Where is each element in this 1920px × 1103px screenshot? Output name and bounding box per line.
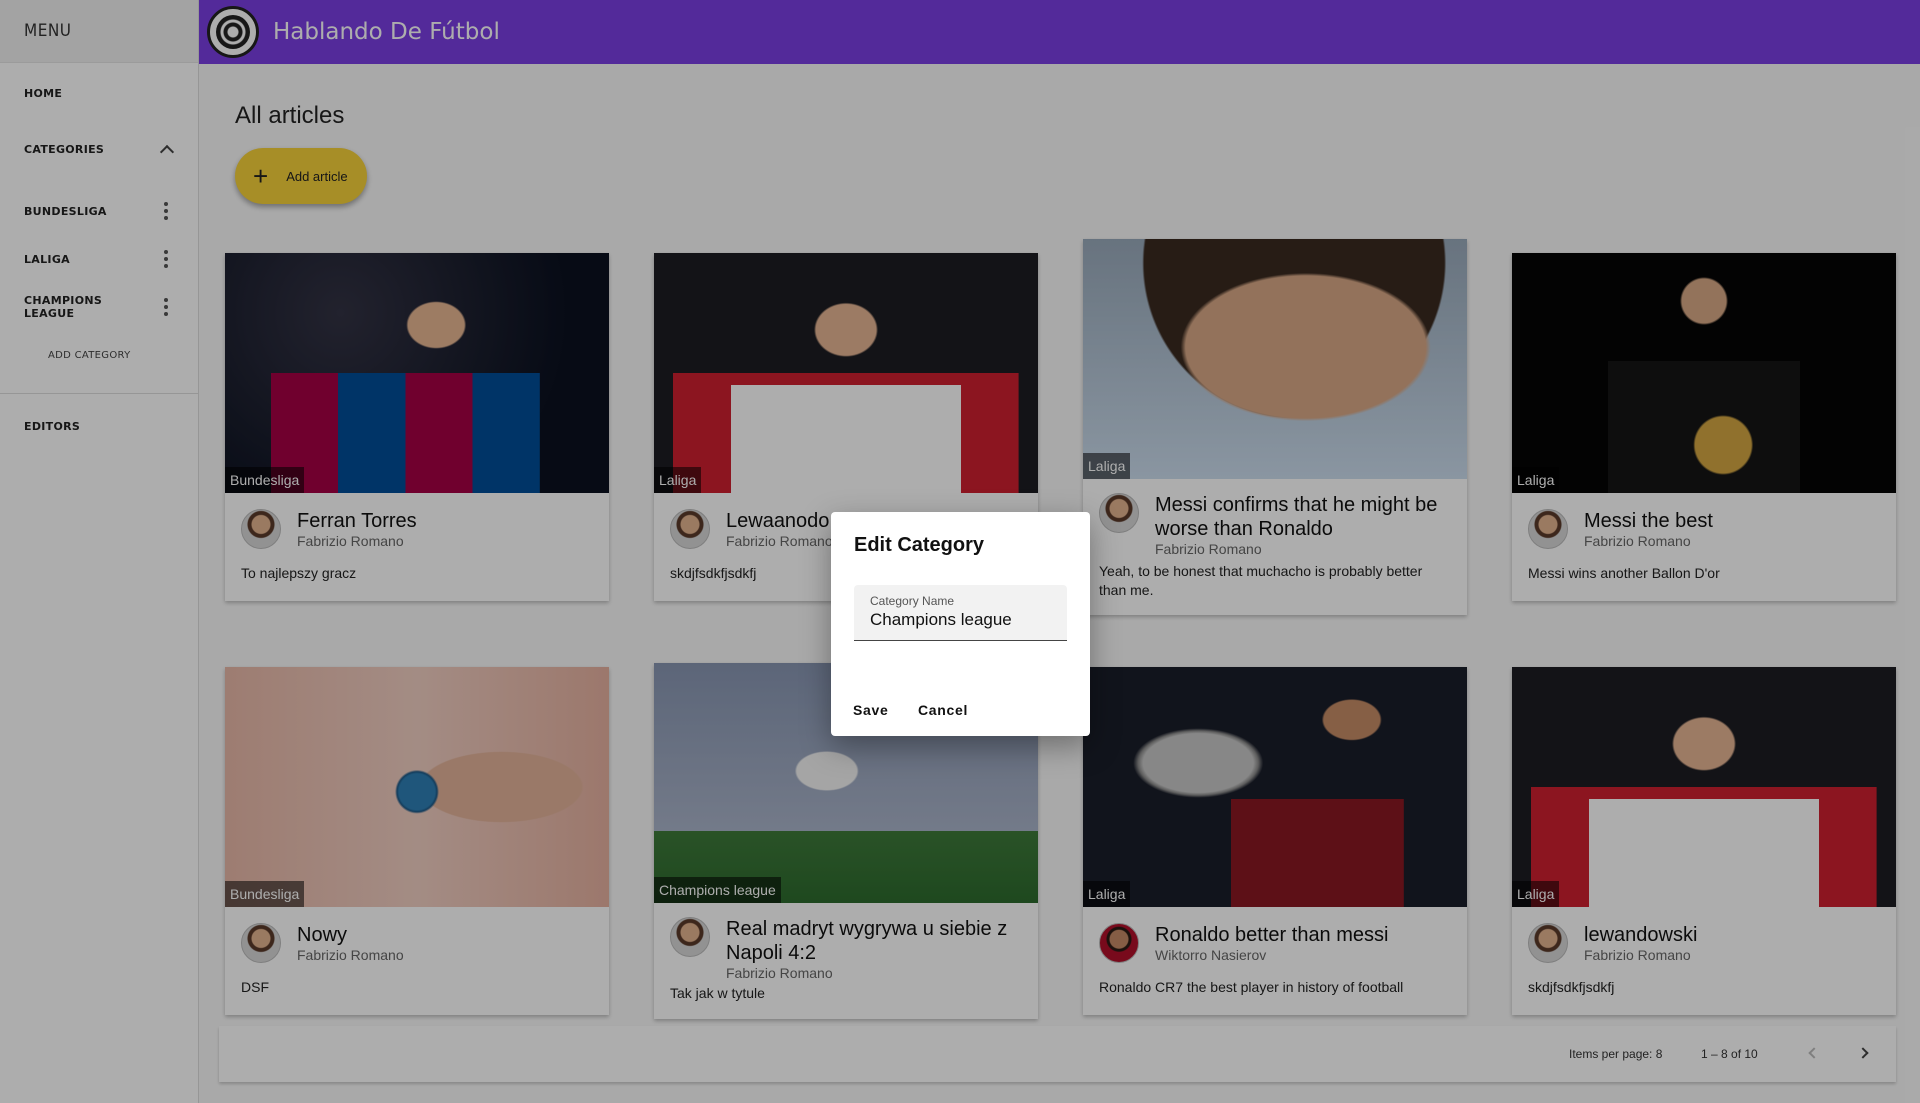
dialog-title: Edit Category	[854, 534, 985, 556]
cancel-button[interactable]: Cancel	[918, 702, 968, 718]
category-name-field[interactable]: Category Name	[854, 585, 1067, 641]
category-name-input[interactable]	[870, 610, 1060, 630]
save-button[interactable]: Save	[853, 702, 889, 718]
edit-category-dialog: Edit Category Category Name Save Cancel	[831, 512, 1090, 736]
field-label: Category Name	[870, 594, 955, 608]
